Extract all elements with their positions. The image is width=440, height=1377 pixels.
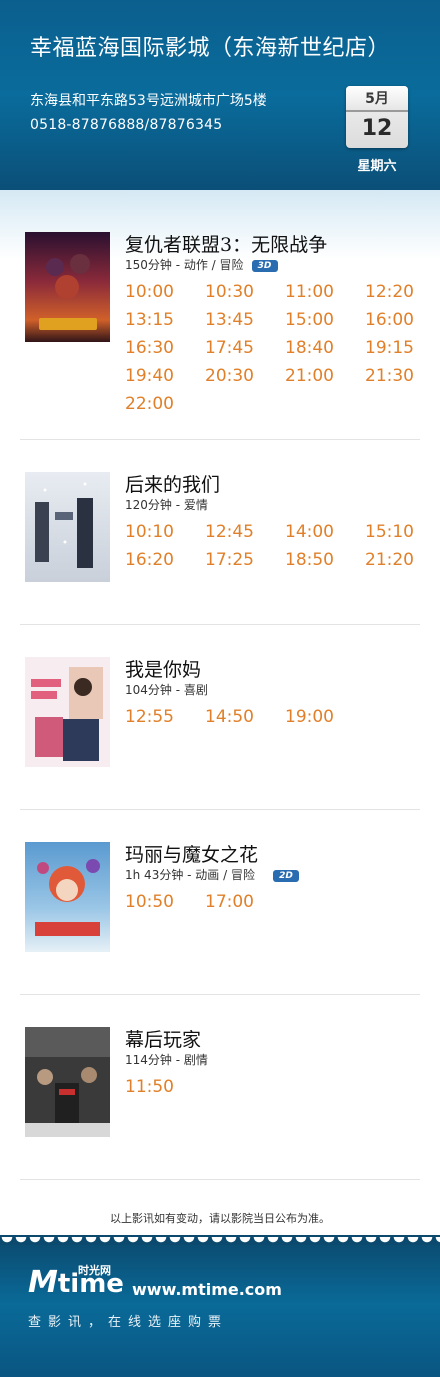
- movie-poster[interactable]: [25, 1027, 110, 1137]
- weekday-label: 星期六: [357, 159, 397, 174]
- movie-meta-text: 1h 43分钟 - 动画 / 冒险: [125, 868, 255, 882]
- movie-meta: 150分钟 - 动作 / 冒险 3D: [125, 256, 278, 273]
- cinema-phone: 0518-87876888/87876345: [30, 117, 223, 133]
- showtime[interactable]: 17:45: [205, 338, 285, 358]
- showtime-list: 12:55 14:50 19:00: [125, 707, 425, 727]
- movie-title[interactable]: 后来的我们: [125, 470, 220, 497]
- showtime[interactable]: 12:45: [205, 522, 285, 542]
- showtime[interactable]: 21:20: [365, 550, 440, 570]
- showtime[interactable]: 21:00: [285, 366, 365, 386]
- cinema-name: 幸福蓝海国际影城（东海新世纪店）: [30, 36, 391, 61]
- movie-title[interactable]: 我是你妈: [125, 655, 201, 682]
- footer-slogan: 查影讯，在线选座购票: [28, 1315, 229, 1330]
- footer-scallop-edge: [0, 1237, 440, 1247]
- showtime[interactable]: 20:30: [205, 366, 285, 386]
- movie-title[interactable]: 幕后玩家: [125, 1025, 201, 1052]
- showtime[interactable]: 14:50: [205, 707, 285, 727]
- showtime[interactable]: 13:45: [205, 310, 285, 330]
- showtime-list: 10:10 12:45 14:00 15:10 16:20 17:25 18:5…: [125, 522, 425, 570]
- showtime[interactable]: 14:00: [285, 522, 365, 542]
- movie-poster[interactable]: [25, 232, 110, 342]
- movie-poster[interactable]: [25, 842, 110, 952]
- showtime[interactable]: 21:30: [365, 366, 440, 386]
- showtime[interactable]: 17:25: [205, 550, 285, 570]
- movie-poster[interactable]: [25, 657, 110, 767]
- showtime[interactable]: 16:00: [365, 310, 440, 330]
- movie-item[interactable]: 玛丽与魔女之花 1h 43分钟 - 动画 / 冒险 2D 10:50 17:00: [20, 840, 420, 995]
- movie-meta: 1h 43分钟 - 动画 / 冒险 2D: [125, 866, 299, 883]
- mtime-logo-cn: 时光网: [78, 1264, 111, 1277]
- showtime[interactable]: 12:55: [125, 707, 205, 727]
- calendar-icon: 5月 12: [346, 86, 408, 148]
- format-2d-badge: 2D: [272, 869, 299, 882]
- cinema-address: 东海县和平东路53号远洲城市广场5楼: [30, 93, 267, 109]
- calendar-month: 5月: [346, 86, 408, 112]
- showtime[interactable]: 22:00: [125, 394, 205, 414]
- showtime-list: 11:50: [125, 1077, 425, 1097]
- showtime[interactable]: 13:15: [125, 310, 205, 330]
- mtime-url-link[interactable]: www.mtime.com: [132, 1280, 282, 1299]
- showtime[interactable]: 10:10: [125, 522, 205, 542]
- movie-meta: 104分钟 - 喜剧: [125, 681, 208, 698]
- showtime[interactable]: 16:20: [125, 550, 205, 570]
- showtime[interactable]: 19:40: [125, 366, 205, 386]
- showtime[interactable]: 17:00: [205, 892, 285, 912]
- movie-meta: 120分钟 - 爱情: [125, 496, 208, 513]
- cinema-header: 幸福蓝海国际影城（东海新世纪店） 东海县和平东路53号远洲城市广场5楼 0518…: [0, 0, 440, 190]
- movie-meta-text: 150分钟 - 动作 / 冒险: [125, 258, 244, 272]
- showtime[interactable]: 15:00: [285, 310, 365, 330]
- showtime[interactable]: 11:50: [125, 1077, 205, 1097]
- showtime[interactable]: 19:00: [285, 707, 365, 727]
- movie-meta: 114分钟 - 剧情: [125, 1051, 208, 1068]
- showtime[interactable]: 12:20: [365, 282, 440, 302]
- showtime[interactable]: 18:40: [285, 338, 365, 358]
- movie-item[interactable]: 后来的我们 120分钟 - 爱情 10:10 12:45 14:00 15:10…: [20, 470, 420, 625]
- movie-item[interactable]: 我是你妈 104分钟 - 喜剧 12:55 14:50 19:00: [20, 655, 420, 810]
- schedule-notice: 以上影讯如有变动，请以影院当日公布为准。: [110, 1212, 330, 1225]
- format-3d-badge: 3D: [251, 259, 278, 272]
- mtime-logo-m: M: [28, 1265, 58, 1300]
- movie-meta-text: 120分钟 - 爱情: [125, 498, 208, 512]
- showtime[interactable]: 18:50: [285, 550, 365, 570]
- showtime[interactable]: 10:00: [125, 282, 205, 302]
- movie-title[interactable]: 复仇者联盟3：无限战争: [125, 230, 327, 257]
- showtime[interactable]: 11:00: [285, 282, 365, 302]
- showtime[interactable]: 16:30: [125, 338, 205, 358]
- movie-meta-text: 114分钟 - 剧情: [125, 1053, 208, 1067]
- movie-poster[interactable]: [25, 472, 110, 582]
- showtime[interactable]: 10:30: [205, 282, 285, 302]
- showtime[interactable]: 15:10: [365, 522, 440, 542]
- showtime-list: 10:50 17:00: [125, 892, 425, 912]
- movie-title[interactable]: 玛丽与魔女之花: [125, 840, 258, 867]
- movie-item[interactable]: 复仇者联盟3：无限战争 150分钟 - 动作 / 冒险 3D 10:00 10:3…: [20, 230, 420, 440]
- showtime[interactable]: 10:50: [125, 892, 205, 912]
- calendar-day: 12: [361, 116, 393, 141]
- movie-meta-text: 104分钟 - 喜剧: [125, 683, 208, 697]
- showtime-list: 10:00 10:30 11:00 12:20 13:15 13:45 15:0…: [125, 282, 425, 414]
- showtime[interactable]: 19:15: [365, 338, 440, 358]
- movie-item[interactable]: 幕后玩家 114分钟 - 剧情 11:50: [20, 1025, 420, 1180]
